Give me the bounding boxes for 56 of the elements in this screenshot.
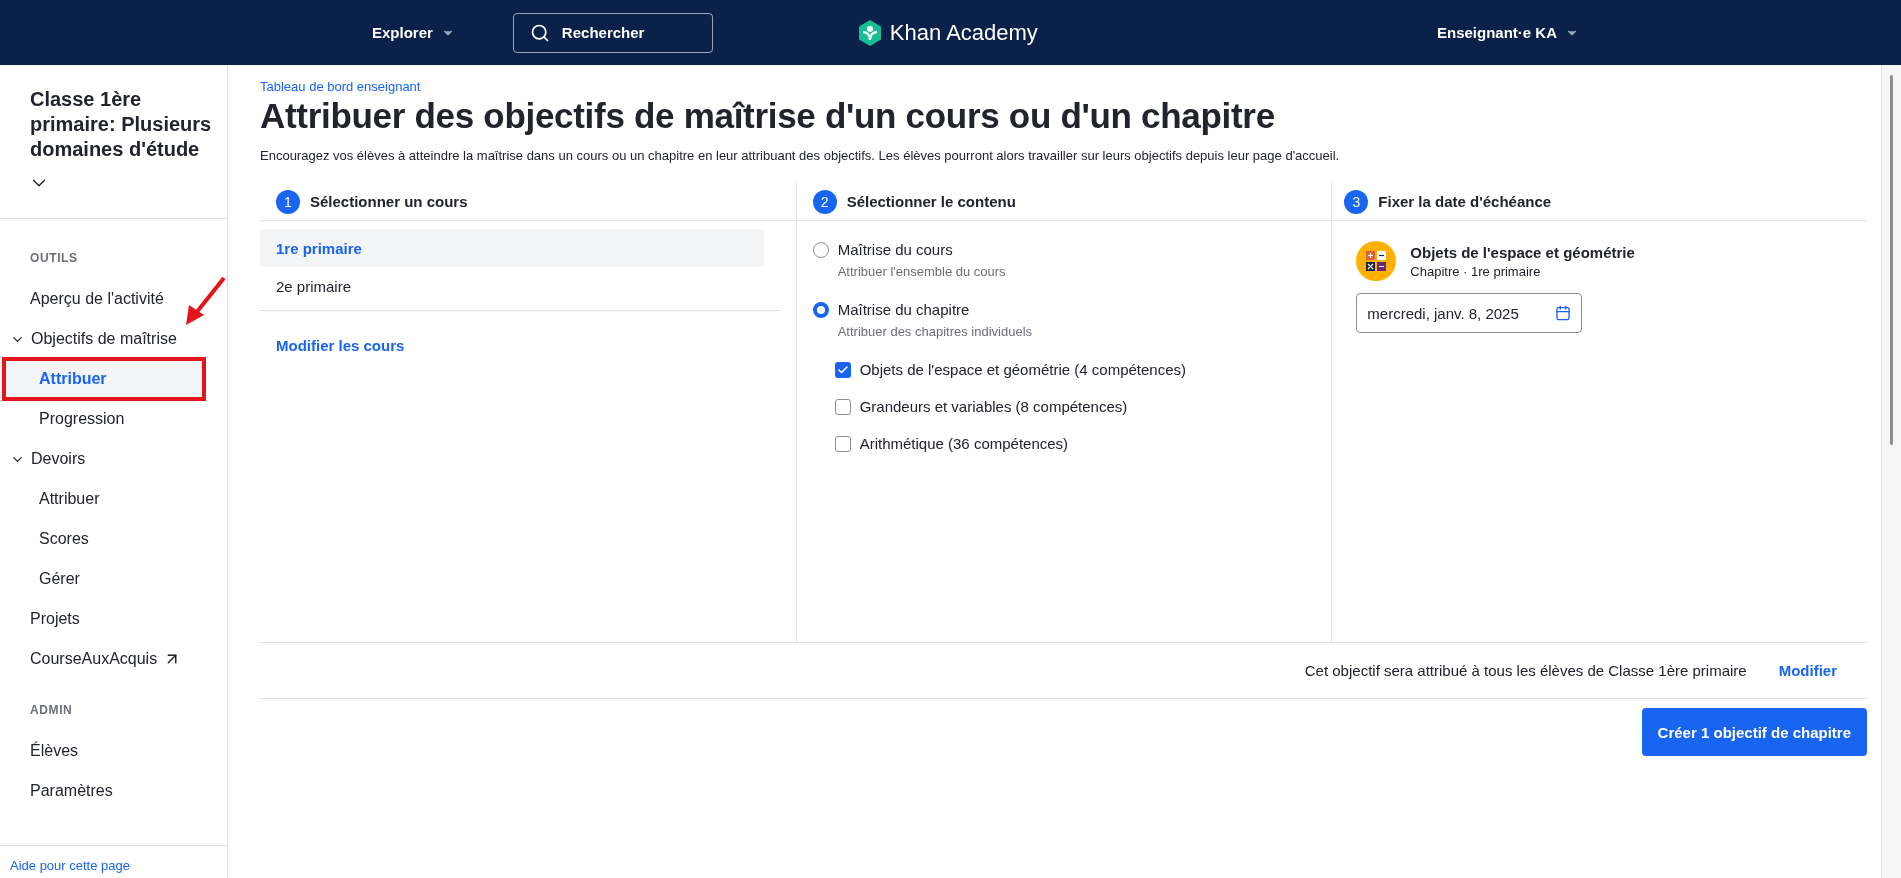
step-number: 3	[1344, 189, 1369, 214]
calendar-icon	[1555, 305, 1572, 321]
sidebar-link[interactable]: CourseAuxAcquis	[0, 641, 203, 677]
chapter-checkbox[interactable]: Grandeurs et variables (8 compétences)	[834, 398, 1128, 415]
logo-icon	[857, 19, 882, 46]
radio-option[interactable]: Maîtrise du cours	[812, 241, 953, 258]
checkbox-icon[interactable]	[834, 398, 851, 415]
sidebar-item[interactable]: Paramètres	[0, 773, 203, 809]
sidebar-item[interactable]: Scores	[0, 521, 203, 557]
sidebar-item[interactable]: Élèves	[0, 733, 203, 769]
section-heading: OUTILS	[29, 250, 79, 267]
chapter-checkbox[interactable]: Objets de l'espace et géométrie (4 compétences)	[834, 361, 1187, 378]
radio-icon[interactable]	[812, 241, 829, 258]
math-operations-icon	[1356, 241, 1397, 281]
step-number: 2	[812, 189, 837, 214]
sidebar-group[interactable]: Objectifs de maîtrise	[0, 321, 183, 357]
user-menu[interactable]: Enseignant·e KA	[1433, 18, 1583, 47]
search-icon	[529, 22, 550, 43]
chapter-checkbox[interactable]: Arithmétique (36 compétences)	[834, 435, 1069, 452]
modify-link[interactable]: Modifier	[1778, 662, 1837, 679]
radio-option[interactable]: Maîtrise du chapitre	[812, 301, 970, 318]
step-number: 1	[276, 189, 300, 214]
page-title: Attribuer des objectifs de maîtrise d'un cours ou d'un chapitre	[260, 96, 1276, 136]
chapter-title: Objets de l'espace et géométrie	[1410, 243, 1635, 261]
sidebar-item[interactable]: Projets	[0, 601, 203, 637]
search-input[interactable]: Rechercher	[559, 23, 680, 42]
option-hint: Attribuer des chapitres individuels	[837, 324, 1034, 339]
logo[interactable]: Khan Academy	[857, 19, 1038, 46]
radio-icon[interactable]	[812, 301, 829, 318]
explore-menu[interactable]: Explorer	[368, 18, 459, 47]
chapter-subtitle: Chapitre · 1re primaire	[1410, 263, 1542, 279]
search-bar[interactable]: Rechercher	[512, 12, 713, 53]
step-title: Fixer la date d'échéance	[1378, 193, 1552, 210]
sidebar-group[interactable]: Devoirs	[0, 441, 92, 477]
section-heading: ADMIN	[29, 702, 74, 719]
breadcrumb-link[interactable]: Tableau de bord enseignant	[260, 79, 421, 94]
edit-courses-link[interactable]: Modifier les cours	[276, 337, 405, 354]
help-link[interactable]: Aide pour cette page	[10, 858, 130, 873]
page-description: Encouragez vos élèves à atteindre la maîtrise dans un cours ou un chapitre en leur attribuant des objectifs. Les élèves pourront alors travailler sur leurs objectifs depuis leur page d'accueil.	[260, 148, 1341, 163]
date-field[interactable]: mercredi, janv. 8, 2025	[1356, 293, 1583, 333]
scrollbar[interactable]	[1881, 65, 1901, 878]
step-title: Sélectionner le contenu	[846, 193, 1016, 210]
class-title: Classe 1ère primaire: Plusieurs domaines d'étude	[29, 87, 213, 162]
sidebar-item[interactable]: Gérer	[0, 561, 203, 597]
sidebar-item[interactable]: Progression	[0, 401, 203, 437]
course-item[interactable]: 2e primaire	[260, 267, 764, 305]
checkbox-icon[interactable]	[834, 435, 851, 452]
checkbox-icon[interactable]	[834, 361, 851, 378]
annotation-arrow	[184, 275, 227, 327]
create-goal-button[interactable]: Créer 1 objectif de chapitre	[1641, 708, 1867, 756]
sidebar-item[interactable]: Aperçu de l'activité	[0, 281, 203, 317]
course-item[interactable]: 1re primaire	[260, 229, 764, 267]
sidebar-item[interactable]: Attribuer	[0, 481, 203, 517]
option-hint: Attribuer l'ensemble du cours	[837, 264, 1007, 279]
step-title: Sélectionner un cours	[310, 193, 468, 210]
assign-note: Cet objectif sera attribué à tous les élèves de Classe 1ère primaire	[1304, 662, 1747, 679]
